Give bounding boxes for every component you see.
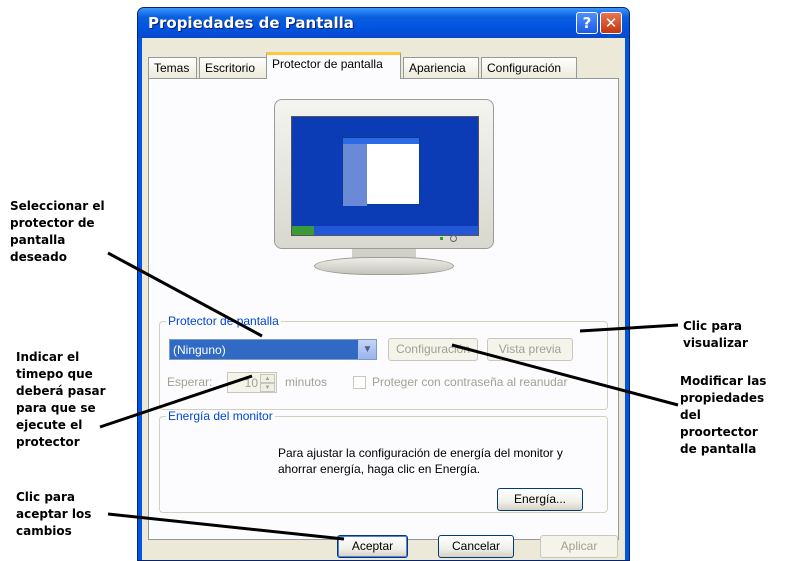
screensaver-group: Protector de pantalla (Ninguno) ▼ Config…: [159, 314, 608, 410]
screensaver-legend: Protector de pantalla: [168, 314, 279, 328]
wait-label: Esperar:: [167, 375, 213, 389]
wait-value: 10: [244, 376, 258, 390]
chevron-down-icon[interactable]: ▼: [358, 340, 376, 359]
password-label: Proteger con contraseña al reanudar: [372, 375, 568, 389]
title-bar[interactable]: Propiedades de Pantalla ? ✕: [138, 8, 629, 38]
tab-escritorio[interactable]: Escritorio: [199, 57, 267, 79]
power-led: [440, 237, 443, 240]
accept-button[interactable]: Aceptar: [337, 535, 408, 558]
tab-configuracion[interactable]: Configuración: [481, 57, 577, 79]
power-button-icon: [450, 235, 457, 242]
tab-panel: Protector de pantalla (Ninguno) ▼ Config…: [148, 78, 619, 540]
preview-start-button: [292, 226, 314, 235]
energy-legend: Energía del monitor: [168, 409, 273, 423]
dialog-client-area: Temas Escritorio Protector de pantalla A…: [142, 38, 625, 560]
window-title: Propiedades de Pantalla: [148, 14, 354, 32]
close-button[interactable]: ✕: [600, 12, 622, 34]
screensaver-select[interactable]: (Ninguno) ▼: [169, 339, 377, 360]
settings-button[interactable]: Configuración: [388, 338, 478, 361]
annotation-preview: Clic para visualizar: [683, 319, 748, 350]
energy-description: Para ajustar la configuración de energía…: [278, 446, 563, 476]
spin-down-icon[interactable]: ▼: [260, 383, 275, 392]
monitor-base: [314, 257, 454, 275]
energy-group: Energía del monitor Para ajustar la conf…: [159, 409, 608, 513]
cancel-button[interactable]: Cancelar: [438, 535, 514, 558]
preview-screen: [291, 116, 479, 236]
screensaver-selected-value: (Ninguno): [173, 343, 226, 357]
preview-taskbar: [292, 226, 478, 235]
password-checkbox[interactable]: [353, 376, 366, 389]
tab-apariencia[interactable]: Apariencia: [403, 57, 479, 79]
preview-window: [342, 137, 420, 206]
tab-temas[interactable]: Temas: [148, 57, 197, 79]
tab-protector-de-pantalla[interactable]: Protector de pantalla: [266, 52, 401, 79]
display-properties-dialog: Propiedades de Pantalla ? ✕ Temas Escrit…: [137, 7, 630, 561]
energy-button[interactable]: Energía...: [497, 488, 583, 511]
monitor-preview: [274, 99, 494, 279]
annotation-accept-changes: Clic para aceptar los cambios: [16, 490, 92, 538]
preview-button[interactable]: Vista previa: [487, 338, 573, 361]
wait-spinner[interactable]: 10 ▲ ▼: [227, 372, 277, 393]
minutes-label: minutos: [285, 375, 328, 389]
preview-window-sidebar: [343, 144, 367, 206]
help-button[interactable]: ?: [576, 12, 598, 34]
monitor-bezel: [274, 99, 494, 249]
annotation-modify: Modificar las propiedades del proortecto…: [680, 374, 767, 456]
annotation-select-saver: Seleccionar el protector de pantalla des…: [10, 199, 105, 264]
spin-up-icon[interactable]: ▲: [260, 374, 275, 383]
annotation-wait-time: Indicar el timepo que deberá pasar para …: [16, 350, 106, 449]
apply-button[interactable]: Aplicar: [540, 535, 618, 558]
